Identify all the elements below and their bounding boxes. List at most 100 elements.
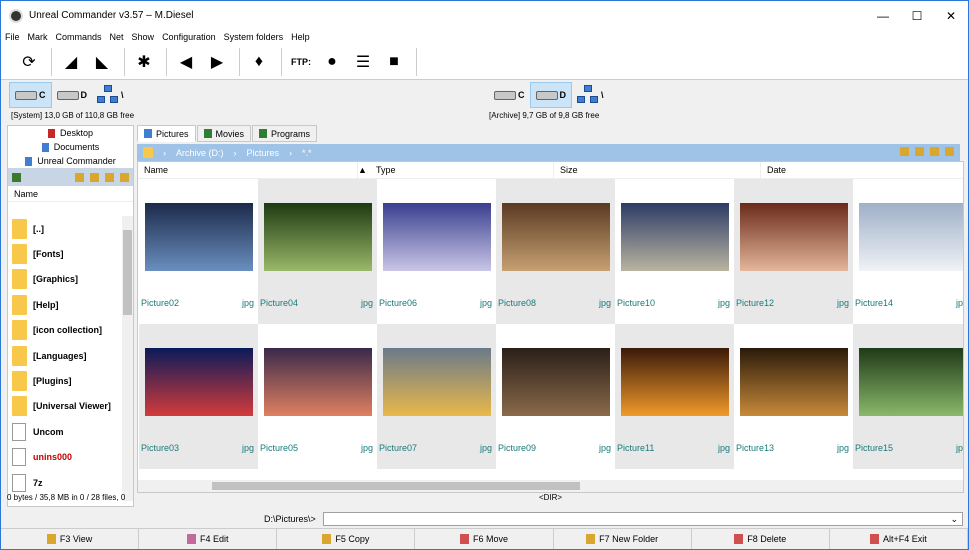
list-item[interactable]: Uncom bbox=[8, 419, 120, 444]
column-date[interactable]: Date bbox=[761, 162, 963, 178]
fkey-button[interactable]: F6 Move bbox=[415, 529, 554, 549]
path-bar[interactable]: › Archive (D:) › Pictures › *.* bbox=[137, 144, 960, 161]
folder-icon bbox=[12, 269, 27, 290]
list-item[interactable]: [..] bbox=[8, 216, 120, 241]
thumbnail-item[interactable]: Picture11 jpg bbox=[615, 324, 734, 469]
compare-icon[interactable]: ♦ bbox=[245, 48, 273, 76]
column-type[interactable]: Type bbox=[370, 162, 554, 178]
path-segment-drive[interactable]: Archive (D:) bbox=[176, 148, 224, 158]
left-scrollbar[interactable] bbox=[122, 216, 133, 501]
favorites-icon[interactable] bbox=[105, 172, 114, 182]
list-item[interactable]: unins000 bbox=[8, 445, 120, 470]
tree-item-documents[interactable]: Documents bbox=[8, 140, 133, 154]
eye-right-icon[interactable]: ▶ bbox=[203, 48, 231, 76]
ftp-disconnect-icon[interactable]: ■ bbox=[380, 48, 408, 76]
list-item[interactable]: [Languages] bbox=[8, 343, 120, 368]
thumbnail-item[interactable]: Picture09 jpg bbox=[496, 324, 615, 469]
menu-mark[interactable]: Mark bbox=[24, 30, 52, 44]
command-input[interactable]: ⌄ bbox=[323, 512, 963, 526]
menu-icon[interactable] bbox=[945, 147, 954, 156]
thumbnail-item[interactable]: Picture15 jpg bbox=[853, 324, 963, 469]
menu-system-folders[interactable]: System folders bbox=[220, 30, 288, 44]
thumbnail-ext: jpg bbox=[360, 298, 373, 308]
menu-icon[interactable] bbox=[120, 172, 129, 182]
menu-file[interactable]: File bbox=[1, 30, 24, 44]
thumbnail-item[interactable]: Picture14 jpg bbox=[853, 179, 963, 324]
thumbnail-item[interactable]: Picture06 jpg bbox=[377, 179, 496, 324]
fkey-button[interactable]: F3 View bbox=[1, 529, 140, 549]
history-icon[interactable] bbox=[90, 172, 99, 182]
fkey-button[interactable]: F7 New Folder bbox=[554, 529, 692, 549]
minimize-button[interactable]: — bbox=[866, 1, 900, 30]
fkey-button[interactable]: Alt+F4 Exit bbox=[830, 529, 968, 549]
left-panel: Desktop Documents Unreal Commander Name … bbox=[7, 125, 134, 507]
menu-commands[interactable]: Commands bbox=[52, 30, 106, 44]
fkey-label: F5 Copy bbox=[335, 534, 370, 544]
list-item[interactable]: 7z bbox=[8, 470, 120, 495]
list-item[interactable]: [Plugins] bbox=[8, 368, 120, 393]
scrollbar-thumb[interactable] bbox=[123, 230, 132, 315]
thumbnail-item[interactable]: Picture05 jpg bbox=[258, 324, 377, 469]
left-column-name[interactable]: Name bbox=[8, 186, 133, 202]
menu-configuration[interactable]: Configuration bbox=[158, 30, 220, 44]
menu-net[interactable]: Net bbox=[106, 30, 128, 44]
app-window: Unreal Commander v3.57 – M.Diesel — ☐ ✕ … bbox=[0, 0, 969, 550]
close-button[interactable]: ✕ bbox=[934, 1, 968, 30]
movies-icon bbox=[203, 129, 212, 138]
thumbnail-name: Picture09 bbox=[498, 443, 537, 453]
tree-item-desktop[interactable]: Desktop bbox=[8, 126, 133, 140]
fkey-icon bbox=[870, 534, 880, 544]
left-network-button[interactable]: \ bbox=[92, 82, 129, 108]
chevron-down-icon[interactable]: ⌄ bbox=[950, 514, 958, 525]
tree-item-unreal-commander[interactable]: Unreal Commander bbox=[8, 154, 133, 168]
column-name[interactable]: Name bbox=[138, 162, 358, 178]
history-icon[interactable] bbox=[915, 147, 924, 156]
fkey-button[interactable]: F5 Copy bbox=[277, 529, 416, 549]
thumbnail-image bbox=[383, 348, 491, 416]
menu-help[interactable]: Help bbox=[287, 30, 314, 44]
panel-left-icon[interactable]: ◢ bbox=[57, 48, 85, 76]
thumbnail-ext: jpg bbox=[717, 443, 730, 453]
list-item[interactable]: [icon collection] bbox=[8, 318, 120, 343]
column-size[interactable]: Size bbox=[554, 162, 761, 178]
fkey-button[interactable]: F4 Edit bbox=[139, 529, 278, 549]
right-drive-d[interactable]: D bbox=[529, 82, 572, 108]
scrollbar-thumb[interactable] bbox=[212, 482, 580, 490]
menu-show[interactable]: Show bbox=[128, 30, 159, 44]
left-drive-c[interactable]: C bbox=[9, 82, 52, 108]
list-item[interactable]: [Universal Viewer] bbox=[8, 394, 120, 419]
thumbnail-item[interactable]: Picture08 jpg bbox=[496, 179, 615, 324]
bookmark-icon[interactable] bbox=[75, 172, 84, 182]
right-drive-c[interactable]: C bbox=[489, 82, 530, 108]
maximize-button[interactable]: ☐ bbox=[900, 1, 934, 30]
ftp-connect-icon[interactable]: ● bbox=[318, 48, 346, 76]
path-segment-folder[interactable]: Pictures bbox=[247, 148, 280, 158]
thumbnail-item[interactable]: Picture02 jpg bbox=[139, 179, 258, 324]
thumbnail-item[interactable]: Picture03 jpg bbox=[139, 324, 258, 469]
refresh-icon[interactable]: ⟳ bbox=[15, 48, 43, 76]
eye-left-icon[interactable]: ◀ bbox=[172, 48, 200, 76]
thumbnail-item[interactable]: Picture13 jpg bbox=[734, 324, 853, 469]
tab-programs[interactable]: Programs bbox=[252, 125, 318, 142]
favorites-icon[interactable] bbox=[930, 147, 939, 156]
list-item[interactable]: [Fonts] bbox=[8, 241, 120, 266]
thumbnail-item[interactable]: Picture04 jpg bbox=[258, 179, 377, 324]
up-folder-icon[interactable] bbox=[12, 172, 21, 182]
tab-pictures[interactable]: Pictures bbox=[137, 125, 196, 142]
list-item[interactable]: [Graphics] bbox=[8, 267, 120, 292]
thumbnail-item[interactable]: Picture10 jpg bbox=[615, 179, 734, 324]
right-network-button[interactable]: \ bbox=[572, 82, 609, 108]
left-drive-d[interactable]: D bbox=[52, 82, 93, 108]
thumbnail-item[interactable]: Picture07 jpg bbox=[377, 324, 496, 469]
select-all-icon[interactable]: ✱ bbox=[130, 48, 158, 76]
panel-right-icon[interactable]: ◣ bbox=[88, 48, 116, 76]
path-segment-mask[interactable]: *.* bbox=[302, 148, 312, 158]
ftp-list-icon[interactable]: ☰ bbox=[349, 48, 377, 76]
list-item[interactable]: [Help] bbox=[8, 292, 120, 317]
fkey-button[interactable]: F8 Delete bbox=[692, 529, 830, 549]
thumbnail-item[interactable]: Picture12 jpg bbox=[734, 179, 853, 324]
horizontal-scrollbar[interactable] bbox=[138, 480, 963, 492]
tab-movies[interactable]: Movies bbox=[196, 125, 252, 142]
thumbnail-image bbox=[145, 348, 253, 416]
bookmark-icon[interactable] bbox=[900, 147, 909, 156]
